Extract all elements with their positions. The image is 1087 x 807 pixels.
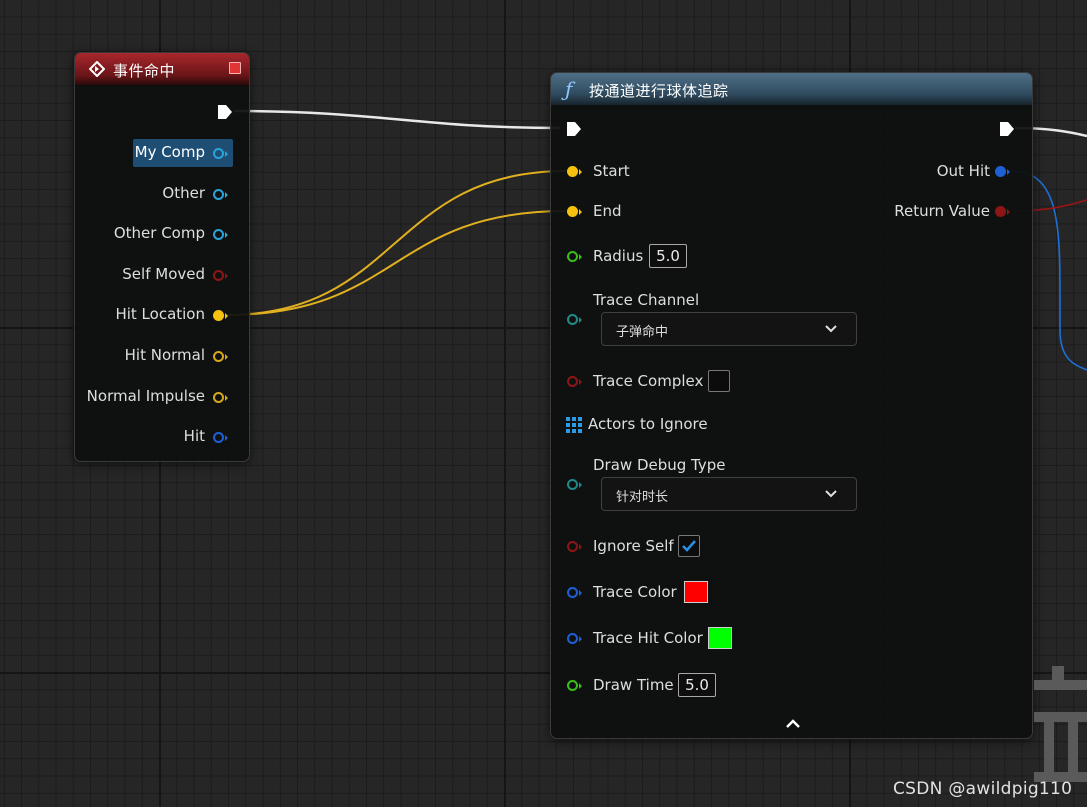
trace-channel-dropdown[interactable]: 子弹命中 <box>601 312 857 346</box>
event-pin-arrow-hit-location <box>225 313 228 319</box>
ignore-self-checkbox[interactable] <box>678 535 700 557</box>
event-pin-label-hit: Hit <box>183 427 205 445</box>
trace-channel-value: 子弹命中 <box>616 325 669 340</box>
function-icon: ƒ <box>565 77 573 101</box>
ignore-self-pin[interactable] <box>567 541 578 552</box>
event-pin-label-hit-location: Hit Location <box>115 305 205 323</box>
wire-hitlocation-to-start <box>225 170 567 316</box>
return-value-label: Return Value <box>894 202 990 220</box>
event-pin-other[interactable] <box>213 189 224 200</box>
trace-complex-pin[interactable] <box>567 376 578 387</box>
draw-debug-type-label: Draw Debug Type <box>593 456 726 474</box>
event-diamond-icon <box>89 61 105 77</box>
event-pin-other-comp[interactable] <box>213 229 224 240</box>
watermark-logo-glyph <box>1034 666 1087 782</box>
radius-label: Radius <box>593 247 644 265</box>
exec-out-pin[interactable] <box>998 120 1016 138</box>
ignore-self-label: Ignore Self <box>593 537 674 555</box>
trace-color-pin-arrow <box>579 590 582 596</box>
collapse-up-icon[interactable] <box>785 719 801 729</box>
draw-time-pin[interactable] <box>567 680 578 691</box>
func-node-title: 按通道进行球体追踪 <box>589 82 729 100</box>
trace-complex-pin-arrow <box>579 379 582 385</box>
event-pin-arrow-my-comp <box>225 151 228 157</box>
out-hit-pin[interactable] <box>995 166 1006 177</box>
checkmark-icon <box>682 540 696 552</box>
chevron-down-icon <box>825 325 837 333</box>
out-hit-label: Out Hit <box>936 162 990 180</box>
trace-hit-color-pin[interactable] <box>567 633 578 644</box>
event-pin-arrow-other-comp <box>225 232 228 238</box>
trace-channel-label: Trace Channel <box>593 291 700 309</box>
draw-time-value-input[interactable]: 5.0 <box>678 673 716 697</box>
event-node-title: 事件命中 <box>113 62 176 80</box>
ignore-self-pin-arrow <box>579 544 582 550</box>
start-label: Start <box>593 162 630 180</box>
end-label: End <box>593 202 622 220</box>
wire-hitlocation-to-end <box>225 210 567 316</box>
trace-complex-label: Trace Complex <box>593 372 704 390</box>
exec-out-pin[interactable] <box>216 103 234 121</box>
event-pin-arrow-self-moved <box>225 273 228 279</box>
event-node-header[interactable]: 事件命中 <box>75 53 249 85</box>
event-pin-my-comp[interactable] <box>213 148 224 159</box>
sphere-trace-node[interactable]: ƒ 按通道进行球体追踪 Start End Out Hit Return Val… <box>550 72 1033 739</box>
event-pin-arrow-hit-normal <box>225 354 228 360</box>
exec-wire-in <box>233 109 561 130</box>
radius-value-input[interactable]: 5.0 <box>649 244 687 268</box>
trace-channel-pin[interactable] <box>567 314 578 325</box>
draw-time-pin-arrow <box>579 683 582 689</box>
event-pin-label-self-moved: Self Moved <box>122 265 205 283</box>
event-pin-label-other-comp: Other Comp <box>113 224 205 242</box>
watermark-text: CSDN @awildpig110 <box>893 779 1073 799</box>
draw-time-label: Draw Time <box>593 676 674 694</box>
start-pin[interactable] <box>567 166 578 177</box>
event-pin-label-other: Other <box>162 184 205 202</box>
trace-complex-checkbox[interactable] <box>708 370 730 392</box>
event-pin-hit-normal[interactable] <box>213 351 224 362</box>
trace-channel-pin-arrow <box>579 317 582 323</box>
chevron-down-icon <box>825 490 837 498</box>
trace-color-pin[interactable] <box>567 587 578 598</box>
event-pin-label-my-comp: My Comp <box>134 143 205 161</box>
trace-hit-color-swatch[interactable] <box>708 627 732 649</box>
draw-debug-type-dropdown[interactable]: 针对时长 <box>601 477 857 511</box>
actors-to-ignore-label: Actors to Ignore <box>588 415 708 433</box>
event-pin-label-hit-normal: Hit Normal <box>124 346 205 364</box>
end-pin-arrow <box>579 209 582 215</box>
array-grid-icon[interactable] <box>566 417 582 433</box>
return-value-pin[interactable] <box>995 206 1006 217</box>
out-hit-pin-arrow <box>1007 169 1010 175</box>
end-pin[interactable] <box>567 206 578 217</box>
event-pin-self-moved[interactable] <box>213 270 224 281</box>
trace-hit-color-label: Trace Hit Color <box>593 629 703 647</box>
event-pin-hit-location[interactable] <box>213 310 224 321</box>
event-pin-normal-impulse[interactable] <box>213 392 224 403</box>
exec-in-pin[interactable] <box>565 120 583 138</box>
event-pin-arrow-hit <box>225 435 228 441</box>
event-hit-node[interactable]: 事件命中 My Comp Other Other Comp Self Moved Hit… <box>74 52 250 462</box>
trace-color-label: Trace Color <box>593 583 677 601</box>
draw-debug-type-pin-arrow <box>579 482 582 488</box>
event-pin-arrow-normal-impulse <box>225 395 228 401</box>
return-value-pin-arrow <box>1007 209 1010 215</box>
event-pin-hit[interactable] <box>213 432 224 443</box>
start-pin-arrow <box>579 169 582 175</box>
trace-color-swatch[interactable] <box>684 581 708 603</box>
func-node-header[interactable]: ƒ 按通道进行球体追踪 <box>551 73 1032 105</box>
trace-hit-color-pin-arrow <box>579 636 582 642</box>
event-pin-arrow-other <box>225 192 228 198</box>
radius-pin[interactable] <box>567 251 578 262</box>
event-node-close-icon[interactable] <box>229 62 241 74</box>
radius-pin-arrow <box>579 254 582 260</box>
draw-debug-type-value: 针对时长 <box>616 490 669 505</box>
draw-debug-type-pin[interactable] <box>567 479 578 490</box>
event-pin-label-normal-impulse: Normal Impulse <box>86 387 205 405</box>
